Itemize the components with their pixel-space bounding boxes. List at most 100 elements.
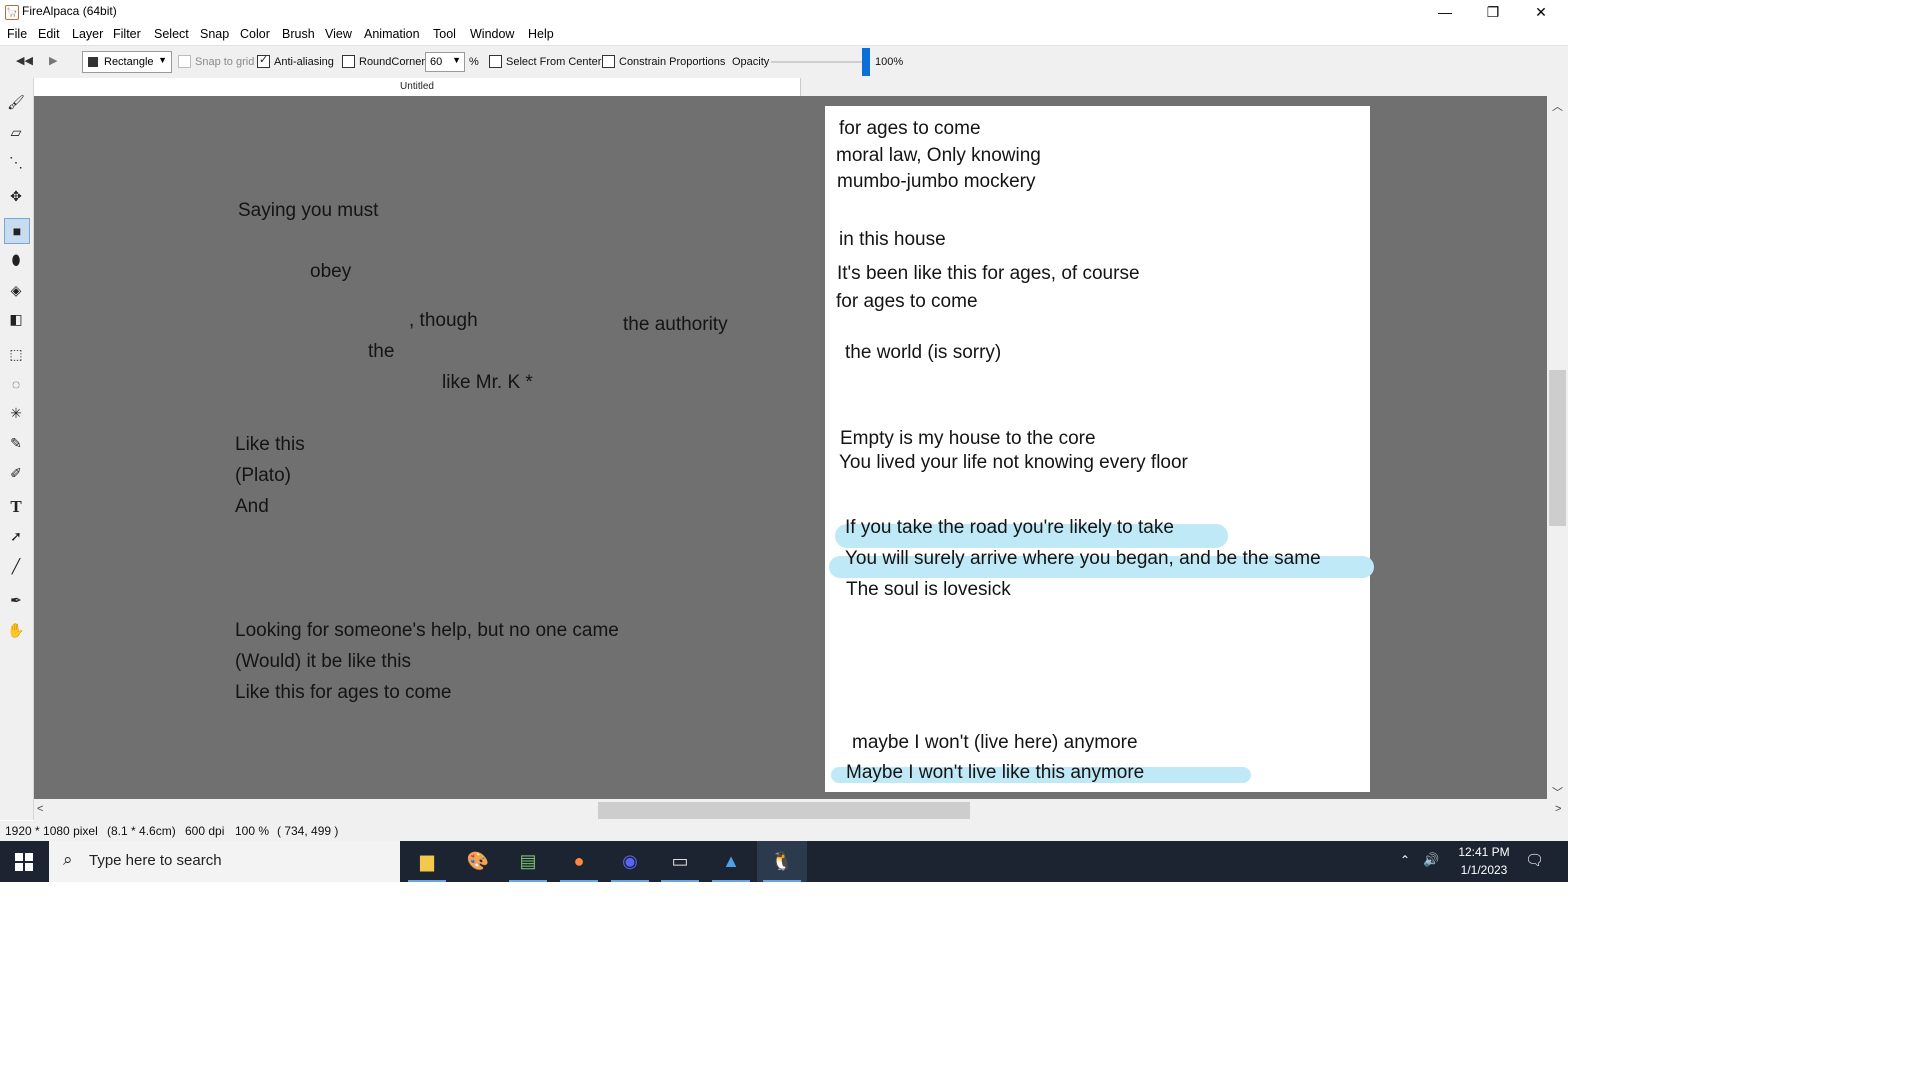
scroll-right-icon[interactable]: > <box>1555 803 1561 815</box>
next-frame-icon[interactable]: ▶ <box>49 54 57 67</box>
canvas-text: the <box>368 341 395 362</box>
horizontal-scroll-thumb[interactable] <box>598 802 970 819</box>
menu-help[interactable]: Help <box>528 27 554 41</box>
prev-frame-icon[interactable]: ◀◀ <box>16 54 33 67</box>
file-explorer-icon[interactable]: ▆ <box>402 841 452 882</box>
menu-snap[interactable]: Snap <box>200 27 229 41</box>
terminal-icon[interactable]: ▭ <box>655 841 705 882</box>
title-bar: 🦙 FireAlpaca (64bit) — ❐ ✕ <box>0 0 1568 24</box>
menu-file[interactable]: File <box>7 27 27 41</box>
menu-tool[interactable]: Tool <box>433 27 456 41</box>
page-text: If you take the road you're likely to ta… <box>845 517 1174 538</box>
rectangle-tool-icon[interactable]: ■ <box>4 218 30 244</box>
snap-to-grid-checkbox[interactable] <box>178 55 191 68</box>
menu-color[interactable]: Color <box>240 27 270 41</box>
round-corner-checkbox[interactable] <box>342 55 355 68</box>
canvas-text: Like this <box>235 434 305 455</box>
notification-icon[interactable]: 🗨 <box>1525 851 1544 869</box>
select-tool-icon[interactable]: ⬚ <box>4 342 28 366</box>
select-pen-tool-icon[interactable]: ✎ <box>4 431 28 455</box>
canvas-area[interactable]: Saying you must obey , though the author… <box>34 96 1547 799</box>
search-placeholder: Type here to search <box>89 852 222 869</box>
chevron-down-icon: ▼ <box>158 55 167 65</box>
menu-select[interactable]: Select <box>154 27 189 41</box>
status-cursor-coords: ( 734, 499 ) <box>277 824 339 838</box>
chevron-up-icon[interactable]: ⌃ <box>1400 853 1410 867</box>
eyedropper-tool-icon[interactable]: ✒ <box>4 588 28 612</box>
canvas-text: , though <box>409 310 478 331</box>
bucket-tool-icon[interactable]: ◈ <box>4 278 28 302</box>
clock-date[interactable]: 1/1/2023 <box>1448 863 1520 877</box>
vertical-scroll-thumb[interactable] <box>1549 370 1566 526</box>
firefox-icon[interactable]: ● <box>554 841 604 882</box>
firealpaca-app-icon: 🦙 <box>5 5 19 20</box>
opacity-slider-thumb[interactable] <box>862 48 870 76</box>
notepad-app-icon[interactable]: ▤ <box>503 841 553 882</box>
white-page: for ages to come moral law, Only knowing… <box>825 106 1374 792</box>
opacity-slider[interactable] <box>771 61 863 63</box>
scroll-down-icon[interactable]: ﹀ <box>1552 784 1563 800</box>
page-text: for ages to come <box>839 118 981 139</box>
dot-tool-icon[interactable]: ⋱ <box>4 150 28 174</box>
menu-view[interactable]: View <box>325 27 352 41</box>
canvas-text: (Would) it be like this <box>235 651 411 672</box>
menu-window[interactable]: Window <box>470 27 514 41</box>
shape-dropdown[interactable]: Rectangle ▼ <box>82 51 172 73</box>
document-tab-bar: Untitled <box>34 78 1568 96</box>
anti-aliasing-checkbox[interactable]: ✓ <box>257 54 270 68</box>
vertical-scrollbar[interactable]: ︿ ﹀ <box>1547 96 1568 799</box>
round-corner-value-select[interactable]: 60 ▼ <box>425 52 465 72</box>
taskbar-search-box[interactable]: ⌕ Type here to search <box>49 841 400 882</box>
magic-wand-tool-icon[interactable]: ✳ <box>4 401 28 425</box>
page-text: moral law, Only knowing <box>836 145 1041 166</box>
page-text: Maybe I won't live like this anymore <box>846 762 1145 783</box>
move-tool-icon[interactable]: ✥ <box>4 184 28 208</box>
lasso-tool-icon[interactable]: ◌ <box>4 372 28 396</box>
fill-shape-tool-icon[interactable]: ⬮ <box>4 248 28 272</box>
window-title: FireAlpaca (64bit) <box>22 4 117 18</box>
clock-time[interactable]: 12:41 PM <box>1448 845 1520 859</box>
brush-tool-icon[interactable]: 🖌 <box>4 90 28 114</box>
search-icon: ⌕ <box>63 850 73 869</box>
menu-layer[interactable]: Layer <box>72 27 103 41</box>
maximize-button[interactable]: ❐ <box>1470 0 1516 24</box>
rectangle-swatch-icon <box>88 57 98 67</box>
hand-tool-icon[interactable]: ✋ <box>4 618 28 642</box>
canvas-text: Like this for ages to come <box>235 682 452 703</box>
horizontal-scrollbar[interactable]: < > <box>34 799 1568 821</box>
speaker-icon[interactable]: 🔊 <box>1423 852 1439 868</box>
gradient-tool-icon[interactable]: ◧ <box>4 307 28 331</box>
menu-brush[interactable]: Brush <box>282 27 315 41</box>
menu-filter[interactable]: Filter <box>113 27 141 41</box>
scroll-up-icon[interactable]: ︿ <box>1552 98 1563 114</box>
opacity-label: Opacity <box>732 56 770 68</box>
status-bar: 1920 * 1080 pixel (8.1 * 4.6cm) 600 dpi … <box>0 821 1568 841</box>
select-eraser-tool-icon[interactable]: ✐ <box>4 461 28 485</box>
windows-taskbar: ⌕ Type here to search ▆ 🎨 ▤ ● ◉ ▭ ▲ 🐧 ⌃ … <box>0 841 1568 882</box>
round-corner-value: 60 <box>430 56 443 68</box>
status-dpi: 600 dpi <box>185 824 225 838</box>
divide-tool-icon[interactable]: ╱ <box>4 554 28 578</box>
menu-edit[interactable]: Edit <box>38 27 60 41</box>
close-button[interactable]: ✕ <box>1518 0 1564 24</box>
select-from-center-checkbox[interactable] <box>489 55 502 68</box>
constrain-proportions-checkbox[interactable] <box>602 55 615 68</box>
status-canvas-cm: (8.1 * 4.6cm) <box>107 824 176 838</box>
text-tool-icon[interactable]: T <box>4 495 28 519</box>
constrain-proportions-label: Constrain Proportions <box>619 56 726 68</box>
page-text: for ages to come <box>836 291 978 312</box>
photos-icon[interactable]: ▲ <box>706 841 756 882</box>
discord-icon[interactable]: ◉ <box>605 841 655 882</box>
firealpaca-taskbar-icon[interactable]: 🐧 <box>757 841 807 882</box>
chevron-down-icon: ▼ <box>452 55 461 65</box>
tab-untitled[interactable]: Untitled <box>34 78 801 96</box>
scroll-left-icon[interactable]: < <box>37 803 43 815</box>
canvas-text: obey <box>310 261 352 282</box>
start-button[interactable] <box>0 841 48 882</box>
minimize-button[interactable]: — <box>1422 0 1468 24</box>
canvas-text: Saying you must <box>238 200 379 221</box>
operation-tool-icon[interactable]: ➚ <box>4 524 28 548</box>
paint-app-icon[interactable]: 🎨 <box>453 841 503 882</box>
menu-animation[interactable]: Animation <box>364 27 420 41</box>
eraser-tool-icon[interactable]: ▱ <box>4 120 28 144</box>
